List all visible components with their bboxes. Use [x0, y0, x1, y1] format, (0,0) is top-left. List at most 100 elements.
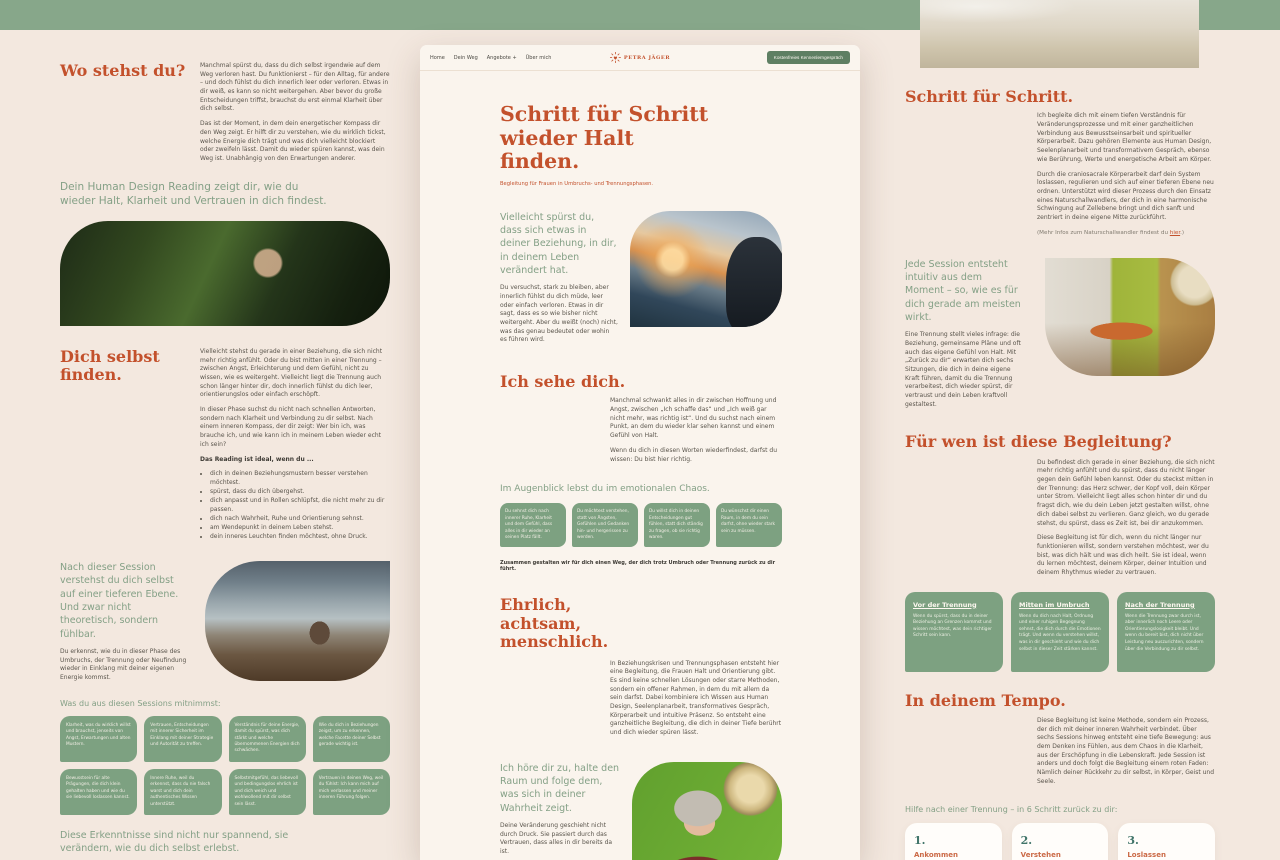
list-item: am Wendepunkt in deinem Leben stehst.	[210, 523, 390, 532]
phase-card-body: Wenn die Trennung zwar durch ist, aber i…	[1125, 614, 1207, 654]
site-header: Home Dein Weg Angebote + Über mich PETRA…	[420, 45, 860, 71]
session-lead: Jede Session entsteht intuitiv aus dem M…	[905, 258, 1023, 324]
site-logo[interactable]: PETRA JÄGER	[610, 52, 670, 63]
section-title-wo-stehst-du: Wo stehst du?	[60, 62, 192, 80]
section-title-fuer-wen: Für wen ist diese Begleitung?	[905, 433, 1215, 451]
section-title-dich-selbst-finden: Dich selbst finden.	[60, 348, 192, 385]
phase-card-title: Vor der Trennung	[913, 601, 995, 609]
takeaway-card: Klarheit, was du wirklich willst und bra…	[60, 716, 137, 762]
takeaway-card: Vertrauen in deinen Weg, weil du fühlst:…	[313, 769, 390, 815]
nav-item-ueber-mich[interactable]: Über mich	[526, 55, 552, 61]
list-item: dich anpasst und in Rollen schlüpfst, di…	[210, 496, 390, 514]
takeaway-card: Selbstmitgefühl, das liebevoll und bedin…	[229, 769, 306, 815]
chaos-card: Du wünschst dir einen Raum, in dem du se…	[716, 503, 782, 547]
takeaways-grid: Klarheit, was du wirklich willst und bra…	[60, 716, 390, 815]
chaos-card: Du willst dich in deinen Entscheidungen …	[644, 503, 710, 547]
phase-card-nach-der-trennung: Nach der Trennung Wenn die Trennung zwar…	[1117, 592, 1215, 672]
paragraph: In dieser Phase suchst du nicht nach sch…	[200, 406, 390, 449]
section-title-ehrlich-achtsam: Ehrlich, achtsam, menschlich.	[500, 596, 612, 651]
link-suffix: .)	[1180, 230, 1184, 236]
brand-name: PETRA JÄGER	[624, 55, 670, 61]
left-page-column: Wo stehst du? Manchmal spürst du, dass d…	[60, 62, 390, 860]
list-item: dein inneres Leuchten finden möchtest, o…	[210, 532, 390, 541]
step-title: Ankommen	[914, 851, 993, 859]
hero-subtitle: Begleitung für Frauen in Umbruchs- und T…	[500, 181, 782, 187]
beach-photo-cropped	[920, 0, 1199, 68]
session-lead: Nach dieser Session verstehst du dich se…	[60, 561, 190, 641]
forest-woman-photo	[60, 221, 390, 326]
paragraph: Das ist der Moment, in dem dein energeti…	[200, 120, 390, 163]
list-item: spürst, dass du dich übergehst.	[210, 487, 390, 496]
hero-section: Schritt für Schritt wieder Halt finden. …	[500, 103, 782, 187]
steps-grid: 1. Ankommen Du darfst einfach da sein mi…	[905, 823, 1215, 860]
step-card-ankommen: 1. Ankommen Du darfst einfach da sein mi…	[905, 823, 1002, 860]
listen-lead: Ich höre dir zu, halte den Raum und folg…	[500, 762, 620, 815]
hier-link[interactable]: hier	[1170, 230, 1180, 236]
session-note: Du erkennst, wie du in dieser Phase des …	[60, 648, 190, 683]
paragraph: Manchmal spürst du, dass du dich selbst …	[200, 62, 390, 114]
paragraph: Durch die craniosacrale Körperarbeit dar…	[1037, 171, 1215, 223]
list-item: dich nach Wahrheit, Ruhe und Orientierun…	[210, 514, 390, 523]
takeaway-card: Vertrauen, Entscheidungen mit innerer Si…	[144, 716, 221, 762]
phase-card-body: Wenn du dich nach Halt, Ordnung und eine…	[1019, 614, 1101, 654]
nav-item-angebote[interactable]: Angebote +	[487, 55, 517, 61]
paragraph: Manchmal schwankt alles in dir zwischen …	[610, 397, 782, 440]
phase-card-vor-der-trennung: Vor der Trennung Wenn du spürst, dass du…	[905, 592, 1003, 672]
paragraph: Diese Begleitung ist für dich, wenn du n…	[1037, 534, 1215, 577]
phase-card-mitten-im-umbruch: Mitten im Umbruch Wenn du dich nach Halt…	[1011, 592, 1109, 672]
phase-card-body: Wenn du spürst, dass du in deiner Bezieh…	[913, 614, 995, 640]
paragraph: In Beziehungskrisen und Trennungsphasen …	[610, 660, 782, 738]
paragraph: Du befindest dich gerade in einer Bezieh…	[1037, 459, 1215, 529]
chaos-card: Du sehnst dich nach innerer Ruhe, Klarhe…	[500, 503, 566, 547]
chaos-card: Du möchtest verstehen, statt von Ängsten…	[572, 503, 638, 547]
sunset-coast-photo	[630, 211, 782, 327]
outcome-lead: Diese Erkenntnisse sind nicht nur spanne…	[60, 829, 320, 856]
paragraph: Wenn du dich in diesen Worten wiederfind…	[610, 447, 782, 464]
therapy-room-photo	[1045, 258, 1215, 376]
phase-card-title: Nach der Trennung	[1125, 601, 1207, 609]
intro-lead: Vielleicht spürst du, dass sich etwas in…	[500, 211, 618, 277]
takeaway-card: Innere Ruhe, weil du erkennst, dass du n…	[144, 769, 221, 815]
human-design-lead: Dein Human Design Reading zeigt dir, wie…	[60, 180, 332, 209]
paragraph: Vielleicht stehst du gerade in einer Bez…	[200, 348, 390, 400]
right-page-column: Schritt für Schritt. Ich begleite dich m…	[905, 88, 1215, 860]
nav-item-home[interactable]: Home	[430, 55, 445, 61]
step-number: 1.	[914, 834, 993, 847]
nav-item-dein-weg[interactable]: Dein Weg	[454, 55, 478, 61]
takeaway-card: Verständnis für deine Energie, damit du …	[229, 716, 306, 762]
intro-note: Du versuchst, stark zu bleiben, aber inn…	[500, 284, 618, 345]
cta-kennenlerngespraech-button[interactable]: Kostenfreies Kennenlerngespräch	[767, 51, 850, 64]
takeaways-title: Was du aus diesen Sessions mitnimmst:	[60, 699, 390, 708]
section-title-in-deinem-tempo: In deinem Tempo.	[905, 692, 1215, 710]
paragraph: Diese Begleitung ist keine Methode, sond…	[1037, 717, 1215, 787]
section-title-ich-sehe-dich: Ich sehe dich.	[500, 373, 782, 391]
reading-ideal-list: dich in deinen Beziehungsmustern besser …	[200, 469, 390, 541]
phase-cards-grid: Vor der Trennung Wenn du spürst, dass du…	[905, 592, 1215, 672]
lake-dock-photo	[205, 561, 390, 681]
reading-ideal-title: Das Reading ist ideal, wenn du ...	[200, 456, 390, 465]
takeaway-card: Wie du dich in Beziehungen zeigst, um zu…	[313, 716, 390, 762]
session-note: Eine Trennung stellt vieles infrage: die…	[905, 331, 1023, 409]
chaos-subheading: Im Augenblick lebst du im emotionalen Ch…	[500, 484, 782, 494]
step-card-verstehen: 2. Verstehen Wir schauen gemeinsam auf d…	[1012, 823, 1109, 860]
listen-note: Deine Veränderung geschieht nicht durch …	[500, 822, 620, 857]
step-card-loslassen: 3. Loslassen Alte Emotionen, Schuldgefüh…	[1118, 823, 1215, 860]
takeaway-card: Bewusstsein für alte Prägungen, die dich…	[60, 769, 137, 815]
step-title: Verstehen	[1021, 851, 1100, 859]
chaos-cards-grid: Du sehnst dich nach innerer Ruhe, Klarhe…	[500, 503, 782, 547]
link-prefix: (Mehr Infos zum Naturschallwandler finde…	[1037, 230, 1170, 236]
petra-portrait-photo	[632, 762, 782, 860]
hero-title: Schritt für Schritt wieder Halt finden.	[500, 103, 710, 174]
paragraph: Ich begleite dich mit einem tiefen Verst…	[1037, 112, 1215, 164]
step-number: 3.	[1127, 834, 1206, 847]
bridge-statement: Zusammen gestalten wir für dich einen We…	[500, 560, 782, 572]
step-number: 2.	[1021, 834, 1100, 847]
main-nav: Home Dein Weg Angebote + Über mich	[430, 55, 551, 61]
steps-title: Hilfe nach einer Trennung – in 6 Schritt…	[905, 805, 1215, 814]
list-item: dich in deinen Beziehungsmustern besser …	[210, 469, 390, 487]
sun-heart-logo-icon	[610, 52, 621, 63]
phase-card-title: Mitten im Umbruch	[1019, 601, 1101, 609]
center-webpage: Home Dein Weg Angebote + Über mich PETRA…	[420, 45, 860, 860]
step-title: Loslassen	[1127, 851, 1206, 859]
naturschallwandler-link-line: (Mehr Infos zum Naturschallwandler finde…	[1037, 230, 1215, 236]
